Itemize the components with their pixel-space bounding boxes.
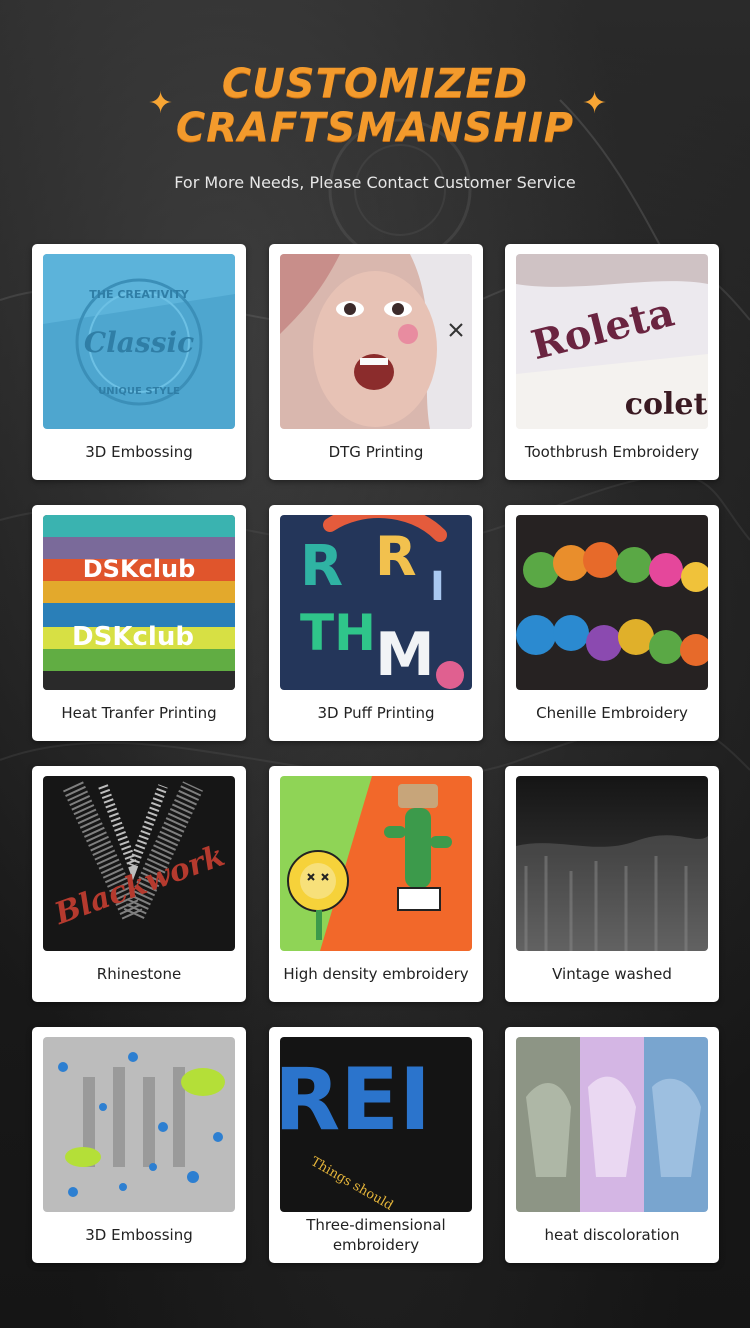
technique-image: Roleta colet	[516, 254, 708, 429]
technique-label: 3D Puff Printing	[317, 704, 435, 722]
svg-text:THE CREATIVITY: THE CREATIVITY	[89, 288, 189, 301]
svg-text:TH: TH	[300, 604, 376, 662]
subtitle: For More Needs, Please Contact Customer …	[174, 173, 576, 192]
svg-text:I: I	[430, 564, 445, 610]
svg-text:colet: colet	[625, 387, 708, 422]
svg-text:DSKclub: DSKclub	[83, 555, 196, 583]
technique-card-rhinestone[interactable]: Blackwork Rhinestone	[32, 766, 246, 1002]
technique-image: REI Things should	[280, 1037, 472, 1212]
title-line-2: CRAFTSMANSHIP	[175, 105, 575, 151]
technique-label: Chenille Embroidery	[536, 704, 688, 722]
technique-image	[280, 254, 472, 429]
technique-label: Rhinestone	[96, 965, 182, 983]
sparkle-icon: ✦	[148, 86, 174, 121]
technique-card-3d-embossing[interactable]: THE CREATIVITY Classic UNIQUE STYLE 3D E…	[32, 244, 246, 480]
header: CUSTOMIZED CRAFTSMANSHIP	[0, 62, 750, 150]
svg-text:UNIQUE STYLE: UNIQUE STYLE	[98, 386, 180, 397]
svg-text:REI: REI	[280, 1050, 431, 1150]
technique-card-heat-transfer-printing[interactable]: DSKclub DSKclub Heat Tranfer Printing	[32, 505, 246, 741]
technique-label: 3D Embossing	[85, 1226, 193, 1244]
svg-text:DSKclub: DSKclub	[72, 622, 194, 652]
technique-image	[280, 776, 472, 951]
technique-image	[516, 776, 708, 951]
technique-image: R R I TH M	[280, 515, 472, 690]
technique-card-3d-puff-printing[interactable]: R R I TH M 3D Puff Printing	[269, 505, 483, 741]
technique-image: Blackwork	[43, 776, 235, 951]
technique-card-three-dimensional-embroidery[interactable]: REI Things should Three-dimensional embr…	[269, 1027, 483, 1263]
sparkle-icon: ✦	[582, 86, 608, 121]
technique-image: DSKclub DSKclub	[43, 515, 235, 690]
technique-label: High density embroidery	[283, 965, 469, 983]
technique-image: THE CREATIVITY Classic UNIQUE STYLE	[43, 254, 235, 429]
technique-image	[43, 1037, 235, 1212]
technique-card-chenille-embroidery[interactable]: Chenille Embroidery	[505, 505, 719, 741]
technique-image	[516, 515, 708, 690]
technique-image	[516, 1037, 708, 1212]
technique-label: heat discoloration	[544, 1226, 680, 1244]
svg-text:M: M	[375, 620, 435, 690]
technique-label: Heat Tranfer Printing	[61, 704, 217, 722]
technique-card-high-density-embroidery[interactable]: High density embroidery	[269, 766, 483, 1002]
technique-label: DTG Printing	[328, 443, 424, 461]
svg-text:Classic: Classic	[84, 326, 194, 359]
technique-card-vintage-washed[interactable]: Vintage washed	[505, 766, 719, 1002]
technique-label: Three-dimensional embroidery	[306, 1216, 446, 1254]
technique-card-dtg-printing[interactable]: DTG Printing	[269, 244, 483, 480]
technique-label: Toothbrush Embroidery	[524, 443, 700, 461]
technique-label: Vintage washed	[552, 965, 672, 983]
svg-text:R: R	[375, 525, 417, 588]
technique-label: 3D Embossing	[85, 443, 193, 461]
technique-card-heat-discoloration[interactable]: heat discoloration	[505, 1027, 719, 1263]
technique-card-3d-embossing-2[interactable]: 3D Embossing	[32, 1027, 246, 1263]
page: CUSTOMIZED CRAFTSMANSHIP ✦ ✦ For More Ne…	[0, 0, 750, 1328]
svg-text:R: R	[300, 534, 343, 599]
title-line-1: CUSTOMIZED	[221, 61, 529, 107]
technique-card-toothbrush-embroidery[interactable]: Roleta colet Toothbrush Embroidery	[505, 244, 719, 480]
